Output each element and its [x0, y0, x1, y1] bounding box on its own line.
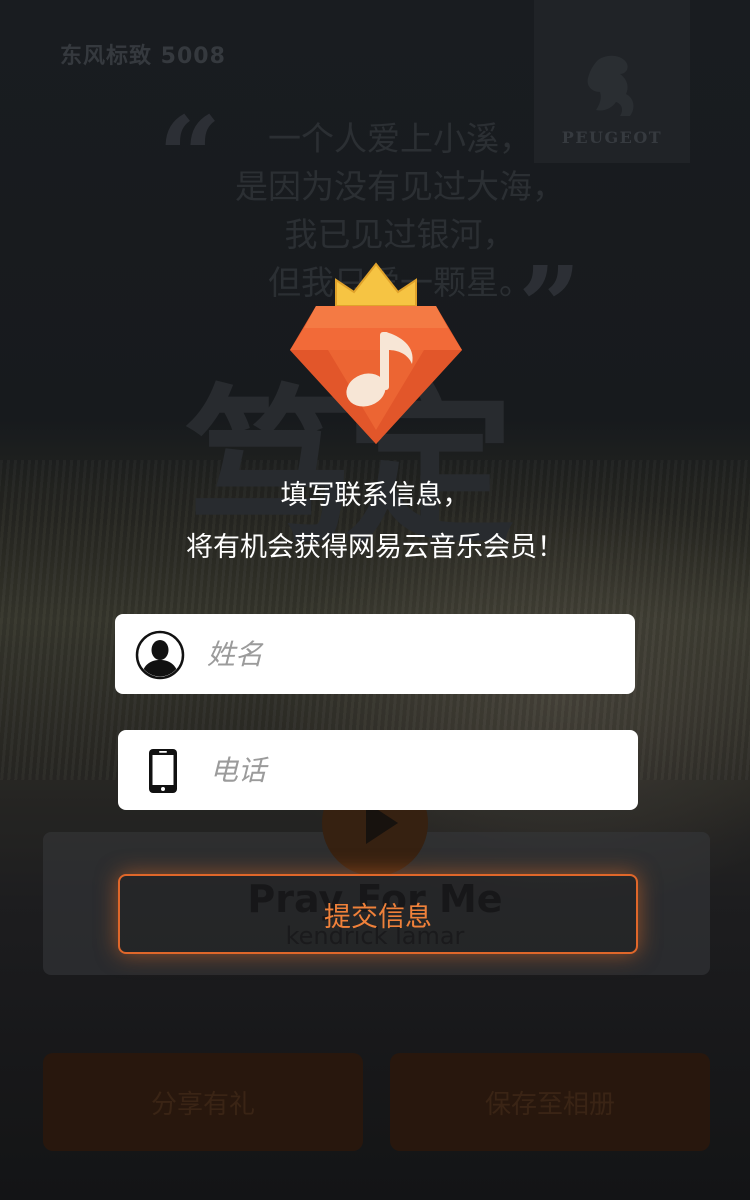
name-input[interactable] [207, 614, 617, 694]
background-layer: 东风标致 5008 PEUGEOT “ 一个人爱上小溪， 是因为没有见过大海， … [0, 0, 750, 1200]
modal-overlay [0, 0, 750, 1200]
phone-icon [149, 749, 177, 793]
headline-line-2: 将有机会获得网易云音乐会员！ [186, 532, 564, 563]
crown-music-gem-icon [290, 262, 462, 444]
user-icon [135, 630, 185, 680]
name-field[interactable] [115, 614, 635, 694]
modal-headline: 填写联系信息， 将有机会获得网易云音乐会员！ [0, 470, 750, 574]
submit-button[interactable]: 提交信息 [118, 874, 638, 954]
phone-field[interactable] [118, 730, 638, 810]
phone-input[interactable] [210, 730, 620, 810]
headline-line-1: 填写联系信息， [280, 480, 470, 511]
